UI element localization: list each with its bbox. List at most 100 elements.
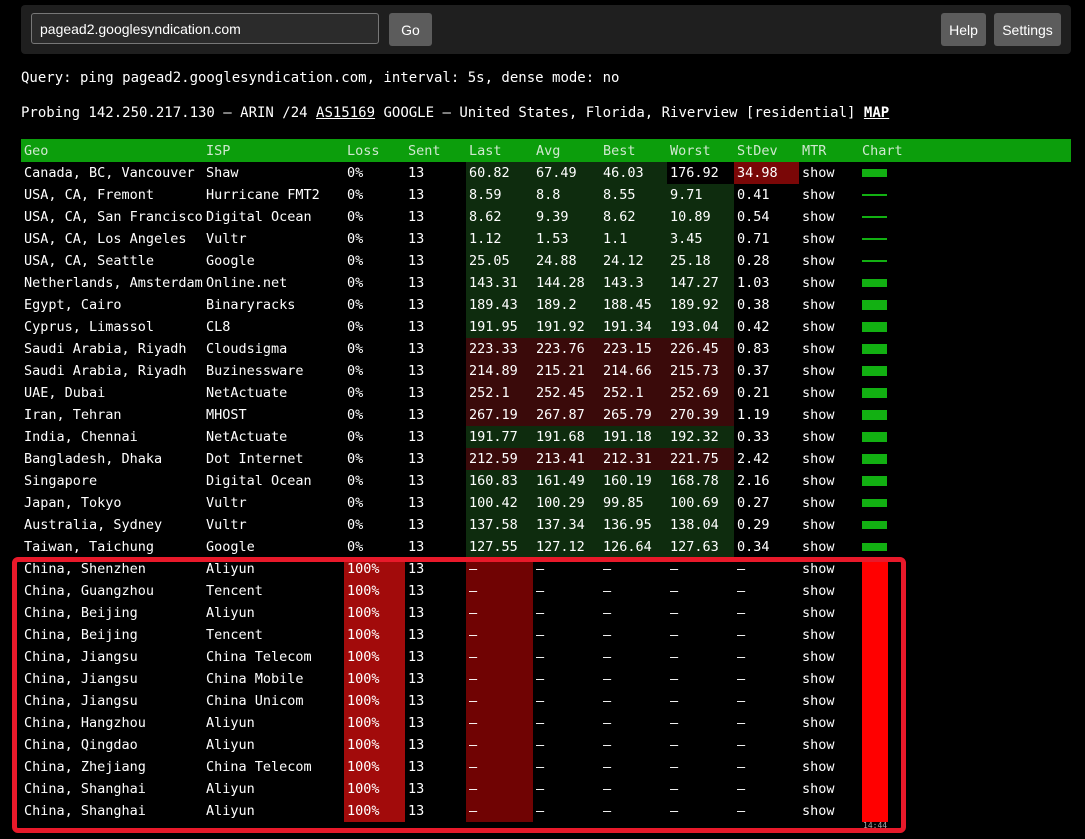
- cell-mtr[interactable]: show: [799, 184, 859, 206]
- cell-geo: Saudi Arabia, Riyadh: [24, 363, 187, 379]
- cell-last: 137.58: [466, 514, 533, 536]
- cell-mtr[interactable]: show: [799, 338, 859, 360]
- cell-mtr[interactable]: show: [799, 778, 859, 800]
- cell-chart: [859, 514, 1071, 536]
- cell-mtr[interactable]: show: [799, 624, 859, 646]
- cell-mtr[interactable]: show: [799, 206, 859, 228]
- cell-loss: 100%: [344, 624, 405, 646]
- cell-mtr[interactable]: show: [799, 756, 859, 778]
- cell-avg: –: [536, 715, 545, 731]
- latency-bar: [862, 499, 887, 507]
- cell-worst: 9.71: [667, 184, 734, 206]
- cell-best: –: [603, 803, 612, 819]
- settings-button[interactable]: Settings: [994, 13, 1061, 46]
- cell-mtr[interactable]: show: [799, 272, 859, 294]
- cell-sent: 13: [408, 671, 425, 687]
- cell-avg: 191.68: [533, 426, 600, 448]
- cell-geo: China, Qingdao: [24, 737, 138, 753]
- cell-loss: 0%: [347, 407, 364, 423]
- cell-mtr[interactable]: show: [799, 558, 859, 580]
- cell-mtr[interactable]: show: [799, 294, 859, 316]
- cell-mtr[interactable]: show: [799, 800, 859, 822]
- cell-sent: 13: [408, 473, 425, 489]
- cell-mtr[interactable]: show: [799, 668, 859, 690]
- cell-isp: Aliyun: [206, 561, 255, 577]
- cell-sent: 13: [408, 231, 425, 247]
- cell-mtr[interactable]: show: [799, 316, 859, 338]
- cell-stdev: –: [737, 561, 746, 577]
- latency-bar: [862, 388, 887, 398]
- cell-isp: Aliyun: [206, 781, 255, 797]
- asn-link[interactable]: AS15169: [316, 105, 375, 121]
- cell-mtr[interactable]: show: [799, 602, 859, 624]
- cell-stdev: 0.27: [737, 495, 770, 511]
- cell-worst: 147.27: [667, 272, 734, 294]
- table-row: Japan, Tokyo Vultr 0% 13 100.42 100.29 99.85 10…: [21, 492, 1071, 514]
- cell-best: 8.55: [600, 184, 667, 206]
- latency-bar: [862, 260, 887, 262]
- cell-best: 1.1: [600, 228, 667, 250]
- column-header-best: Best: [600, 139, 667, 162]
- cell-mtr[interactable]: show: [799, 250, 859, 272]
- table-row: Cyprus, Limassol CL8 0% 13 191.95 191.92 191.3…: [21, 316, 1071, 338]
- cell-best: –: [603, 583, 612, 599]
- cell-stdev: –: [737, 759, 746, 775]
- cell-mtr[interactable]: show: [799, 646, 859, 668]
- cell-worst: –: [670, 605, 679, 621]
- cell-mtr[interactable]: show: [799, 228, 859, 250]
- latency-bar: [862, 194, 887, 196]
- cell-mtr[interactable]: show: [799, 162, 859, 184]
- cell-avg: 223.76: [533, 338, 600, 360]
- cell-mtr[interactable]: show: [799, 382, 859, 404]
- cell-best: –: [603, 737, 612, 753]
- cell-mtr[interactable]: show: [799, 712, 859, 734]
- cell-sent: 13: [408, 451, 425, 467]
- cell-mtr[interactable]: show: [799, 360, 859, 382]
- cell-chart: [859, 228, 1071, 250]
- cell-mtr[interactable]: show: [799, 734, 859, 756]
- cell-geo: Japan, Tokyo: [24, 495, 122, 511]
- latency-bar: [862, 521, 887, 529]
- table-row: USA, CA, San Francisco Digital Ocean 0% 13 8…: [21, 206, 1071, 228]
- cell-loss: 100%: [344, 712, 405, 734]
- cell-geo: Netherlands, Amsterdam: [24, 275, 203, 291]
- cell-mtr[interactable]: show: [799, 470, 859, 492]
- cell-chart: [859, 360, 1071, 382]
- cell-mtr[interactable]: show: [799, 536, 859, 558]
- cell-mtr[interactable]: show: [799, 448, 859, 470]
- go-button[interactable]: Go: [389, 13, 432, 46]
- cell-mtr[interactable]: show: [799, 492, 859, 514]
- help-button[interactable]: Help: [941, 13, 986, 46]
- results-table: Geo ISP Loss Sent Last Avg Best Worst StDev MTR Ch…: [21, 139, 1071, 822]
- cell-geo: USA, CA, Los Angeles: [24, 231, 187, 247]
- cell-mtr[interactable]: show: [799, 690, 859, 712]
- cell-mtr[interactable]: show: [799, 580, 859, 602]
- cell-last: –: [466, 580, 533, 602]
- latency-bar: [862, 558, 888, 580]
- cell-isp: Aliyun: [206, 803, 255, 819]
- cell-stdev: 1.19: [737, 407, 770, 423]
- cell-sent: 13: [408, 275, 425, 291]
- cell-stdev: –: [737, 671, 746, 687]
- cell-last: 1.12: [466, 228, 533, 250]
- cell-avg: 189.2: [533, 294, 600, 316]
- url-input[interactable]: [31, 13, 379, 44]
- cell-last: 189.43: [466, 294, 533, 316]
- cell-mtr[interactable]: show: [799, 514, 859, 536]
- cell-geo: China, Beijing: [24, 605, 138, 621]
- table-row: China, Qingdao Aliyun 100% 13– – – – – show: [21, 734, 1071, 756]
- cell-sent: 13: [408, 297, 425, 313]
- table-row: China, Guangzhou Tencent 100% 13– – – – – show: [21, 580, 1071, 602]
- cell-geo: China, Guangzhou: [24, 583, 155, 599]
- map-link[interactable]: MAP: [864, 105, 889, 121]
- cell-mtr[interactable]: show: [799, 404, 859, 426]
- table-row: China, Shanghai Aliyun 100% 13– – – – – show: [21, 800, 1071, 822]
- cell-mtr[interactable]: show: [799, 426, 859, 448]
- cell-loss: 0%: [347, 495, 364, 511]
- cell-sent: 13: [408, 605, 425, 621]
- cell-chart: [859, 294, 1071, 316]
- cell-chart: [859, 492, 1071, 514]
- table-row: Iran, Tehran MHOST 0% 13 267.19 267.87 265.79 2…: [21, 404, 1071, 426]
- cell-isp: Aliyun: [206, 715, 255, 731]
- cell-last: –: [466, 734, 533, 756]
